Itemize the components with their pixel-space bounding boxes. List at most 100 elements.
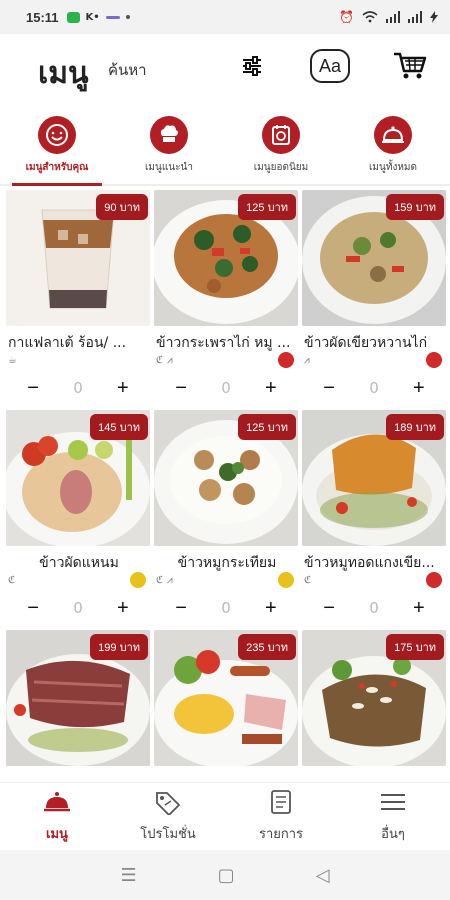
quantity-stepper: − 0 + [154, 596, 298, 620]
price-badge: 199 บาท [90, 634, 148, 660]
sliders-icon [243, 56, 261, 76]
item-name: ข้าวผัดแหนม [39, 555, 119, 571]
menu-card[interactable]: 199 บาท [6, 630, 150, 780]
item-name: ข้าวหมูกระเทียม [177, 555, 277, 571]
system-nav-bar: ☰ ▢ ◁ [0, 850, 450, 900]
smile-icon [38, 116, 76, 154]
chef-hat-icon [150, 116, 188, 154]
item-tags: ⩘ [304, 353, 310, 367]
home-icon[interactable]: ▢ [218, 865, 235, 886]
status-time: 15:11 [26, 9, 59, 25]
quantity-value: 0 [73, 599, 83, 617]
tab-recommended[interactable]: เมนูแนะนำ [119, 112, 219, 186]
increase-button[interactable]: + [109, 597, 137, 620]
price-badge: 159 บาท [386, 194, 444, 220]
item-tags: ℭ [304, 573, 311, 587]
tab-for-you[interactable]: เมนูสำหรับคุณ [7, 112, 107, 186]
cloche-icon [374, 116, 412, 154]
menu-card[interactable]: 90 บาท กาแฟลาเต้ ร้อน/ ... ☕ − 0 + [6, 190, 150, 406]
category-tabs: เมนูสำหรับคุณ เมนูแนะนำ เมนูยอดนิยม เมนู… [0, 112, 450, 186]
bottom-navigation: เมนู โปรโมชั่น รายการ อื่นๆ [0, 782, 450, 850]
item-name: ข้าวผัดเขียวหวานไก่ [304, 335, 428, 351]
menu-card[interactable]: 159 บาท ข้าวผัดเขียวหวานไก่ ⩘ − 0 + [302, 190, 446, 406]
decrease-button[interactable]: − [19, 597, 47, 620]
nav-orders[interactable]: รายการ [231, 789, 331, 844]
menu-icon [381, 794, 405, 810]
increase-button[interactable]: + [405, 377, 433, 400]
tab-label: เมนูสำหรับคุณ [25, 162, 89, 173]
item-tags: ℭ ⩘ [156, 353, 173, 367]
font-size-icon: Aa [310, 49, 350, 83]
chili-level-icon [426, 572, 442, 588]
status-bar: 15:11 K• ⏰ [0, 0, 450, 34]
hot-cup-icon: ☕ [8, 354, 17, 366]
notification-dot-icon [125, 15, 130, 19]
menu-card[interactable]: 125 บาท ข้าวหมูกระเทียม ℭ ⩘ − 0 + [154, 410, 298, 626]
decrease-button[interactable]: − [315, 377, 343, 400]
quantity-value: 0 [73, 379, 83, 397]
page-title: เมนู [38, 57, 89, 90]
decrease-button[interactable]: − [19, 377, 47, 400]
tab-label: เมนูทั้งหมด [369, 162, 417, 173]
tab-all[interactable]: เมนูทั้งหมด [343, 112, 443, 186]
spoon-icon: ⩘ [304, 354, 310, 366]
tab-label: เมนูยอดนิยม [253, 162, 309, 173]
menu-card[interactable]: 235 บาท [154, 630, 298, 780]
tag-icon [156, 792, 181, 817]
item-tags: ℭ ⩘ [156, 573, 173, 587]
notification-k-icon: K• [85, 11, 100, 23]
signal-icon [386, 11, 400, 23]
search-link[interactable]: ค้นหา [108, 58, 147, 82]
item-name: ข้าวกระเพราไก่ หมู ... [156, 335, 291, 351]
nav-label: อื่นๆ [381, 827, 405, 842]
app-header: เมนู ค้นหา Aa [0, 34, 450, 108]
menu-card[interactable]: 189 บาท ข้าวหมูทอดแกงเขีย... ℭ − 0 + [302, 410, 446, 626]
message-app-icon [66, 11, 80, 23]
recent-apps-icon[interactable]: ☰ [121, 865, 137, 886]
menu-card[interactable]: 175 บาท [302, 630, 446, 780]
chili-level-icon [278, 352, 294, 368]
nav-label: รายการ [258, 827, 304, 842]
decrease-button[interactable]: − [167, 597, 195, 620]
item-tags: ☕ [8, 353, 17, 367]
spoon-icon: ⩘ [167, 574, 173, 586]
price-badge: 125 บาท [238, 414, 296, 440]
chili-level-icon [278, 572, 294, 588]
signal-2-icon [408, 11, 422, 23]
tab-popular[interactable]: เมนูยอดนิยม [231, 112, 331, 186]
back-icon[interactable]: ◁ [316, 865, 330, 886]
cart-button[interactable] [390, 46, 430, 86]
price-badge: 90 บาท [96, 194, 148, 220]
hot-icon: ℭ [156, 354, 164, 366]
quantity-stepper: − 0 + [302, 376, 446, 400]
menu-card[interactable]: 125 บาท ข้าวกระเพราไก่ หมู ... ℭ ⩘ − 0 + [154, 190, 298, 406]
nav-more[interactable]: อื่นๆ [343, 789, 443, 844]
increase-button[interactable]: + [257, 597, 285, 620]
filter-button[interactable] [232, 46, 272, 86]
active-tab-indicator [12, 183, 102, 186]
price-badge: 235 บาท [238, 634, 296, 660]
price-badge: 145 บาท [90, 414, 148, 440]
quantity-stepper: − 0 + [6, 376, 150, 400]
increase-button[interactable]: + [405, 597, 433, 620]
item-tags: ℭ [8, 573, 15, 587]
decrease-button[interactable]: − [167, 377, 195, 400]
nav-menu[interactable]: เมนู [7, 789, 107, 844]
nav-promotions[interactable]: โปรโมชั่น [118, 789, 218, 844]
increase-button[interactable]: + [257, 377, 285, 400]
font-size-button[interactable]: Aa [310, 46, 350, 86]
decrease-button[interactable]: − [315, 597, 343, 620]
hot-icon: ℭ [8, 574, 16, 586]
quantity-value: 0 [221, 379, 231, 397]
chili-level-icon [426, 352, 442, 368]
charging-icon [430, 11, 438, 23]
hot-icon: ℭ [304, 574, 312, 586]
plate-icon [262, 116, 300, 154]
notification-bar-icon [105, 15, 120, 19]
hot-icon: ℭ [156, 574, 164, 586]
quantity-value: 0 [221, 599, 231, 617]
increase-button[interactable]: + [109, 377, 137, 400]
menu-card[interactable]: 145 บาท ข้าวผัดแหนม ℭ − 0 + [6, 410, 150, 626]
price-badge: 189 บาท [386, 414, 444, 440]
nav-label: โปรโมชั่น [140, 827, 196, 842]
